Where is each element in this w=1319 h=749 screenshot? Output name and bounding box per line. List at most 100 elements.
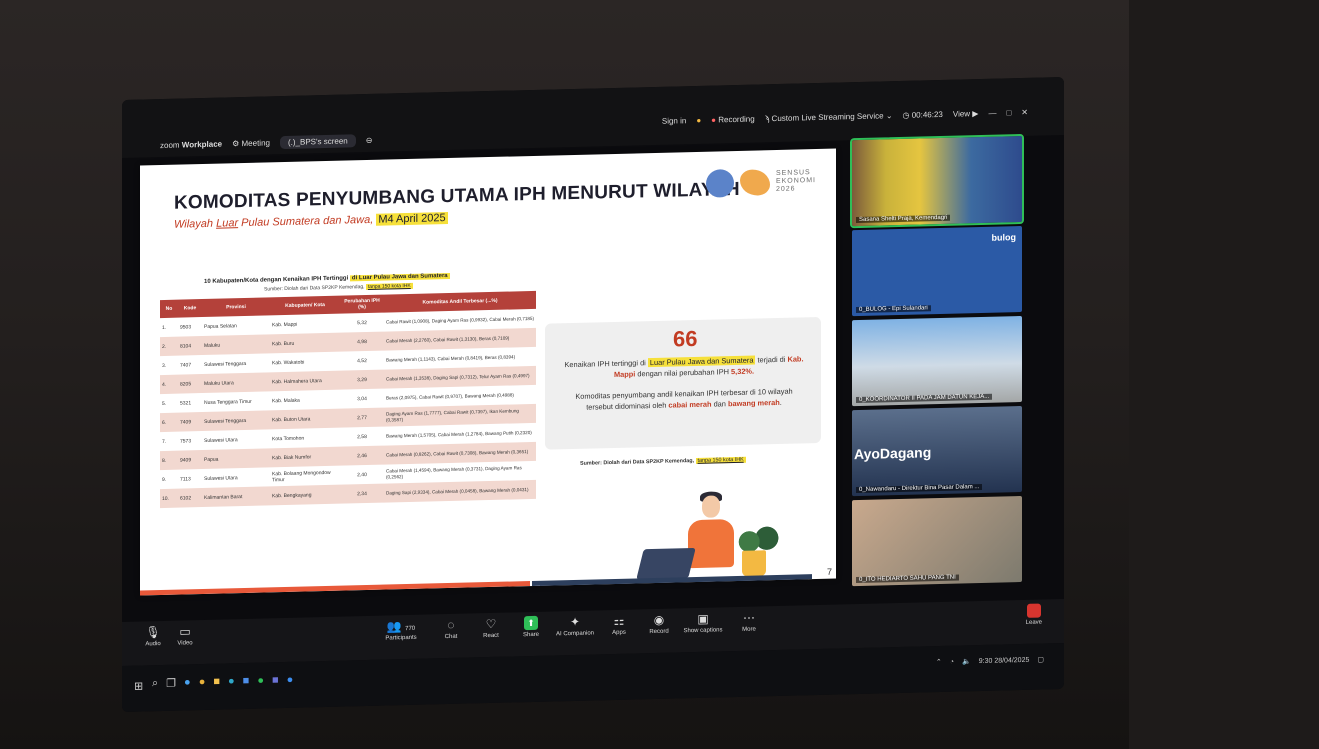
participant-tile[interactable]: 0_ITO HEDIARTO SAHU PANG TNI [852,496,1022,587]
quote-p2-cabai: cabai merah [668,399,712,410]
teams-icon[interactable]: ■ [272,674,279,687]
more-button[interactable]: ⋯ More [726,610,772,633]
cell-provinsi: Sulawesi Tenggara [204,360,247,368]
participant-tile[interactable]: Sasana Shelti Praja, Kemendagri [850,133,1024,229]
streaming-status[interactable]: ϡ Custom Live Streaming Service ⌄ [765,111,893,123]
share-button[interactable]: ⬆ Share [508,615,554,638]
clock-time: 9:30 [978,657,993,665]
task-view-icon[interactable]: ❐ [166,677,176,690]
cell-no: 3. [162,362,167,369]
close-icon[interactable]: ✕ [1021,108,1028,117]
zoom-taskbar-icon[interactable]: ● [287,674,294,687]
cell-kabupaten: Kab. Halmahera Utara [270,370,340,392]
logo-line-3: 2026 [775,185,796,194]
view-button[interactable]: View ▶ [953,109,979,119]
bps-sensus-logo: SENSUS EKONOMI 2026 [705,167,816,198]
recording-indicator[interactable]: ● Recording [711,115,755,125]
sign-in-link[interactable]: Sign in [662,116,686,126]
cell-kode: 8205 [178,374,202,394]
participant-name: Sasana Shelti Praja, Kemendagri [856,214,951,224]
audio-label: Audio [145,641,161,648]
windows-start-icon[interactable]: ⊞ [134,679,143,692]
cell-no: 9. [162,476,167,483]
cell-no: 1. [162,324,167,331]
cell-kode: 7407 [180,361,192,369]
participant-tile[interactable]: 0_KOORDINATOR II PADA JAM DATUN KEJA... [852,316,1022,407]
participants-button[interactable]: 👥 770 Participants [378,619,424,642]
leave-label: Leave [1025,619,1042,626]
header-kode: Kode [178,299,202,318]
captions-button[interactable]: ▣ Show captions [680,611,726,635]
volume-icon[interactable]: 🔈 [962,657,971,665]
notification-icon[interactable]: ▢ [1037,655,1044,663]
screen-share-pill[interactable]: (.)_BPS's screen [279,134,356,150]
video-button[interactable]: ▭ Video [162,624,208,647]
cell-kode: 9409 [178,450,202,470]
captions-label: Show captions [683,627,723,635]
network-icon[interactable]: ◔ [950,658,954,665]
participants-count: 770 [405,625,416,633]
cell-iph: 2,34 [340,483,384,504]
clock-date: 28/04/2025 [994,656,1030,665]
plant-pot [742,550,766,577]
cell-kabupaten: Kab. Buton Utara [270,408,340,430]
video-label: Video [177,640,193,647]
cell-provinsi: Sulawesi Utara [204,436,238,444]
share-options-icon[interactable]: ⊖ [366,136,373,145]
clock[interactable]: 9:30 28/04/2025 [979,656,1030,664]
cell-iph: 2,58 [357,433,367,440]
zoom-workplace-label: zoom Workplace [160,140,222,151]
maximize-icon[interactable]: □ [1006,108,1011,117]
bulog-logo: bulog [991,232,1017,243]
cell-iph: 2,40 [357,471,367,478]
quote-source-highlight: tanpa 150 kota IHK [695,456,746,464]
cell-kabupaten: Kota Tomohon [272,435,305,442]
cell-kode: 8104 [178,336,202,356]
slide-page-number: 7 [826,566,832,577]
meeting-menu[interactable]: ⚙ Meeting [232,138,270,148]
cell-komoditas: Daging Sapi (2,9334), Cabai Merah (0,045… [384,479,536,503]
search-icon[interactable]: ⌕ [152,677,158,690]
cell-iph: 4,52 [357,357,367,364]
participant-tile[interactable]: bulog 0_BULOG - Epi Sulandari [852,226,1022,317]
tray-chevron-icon[interactable]: ⌃ [936,658,942,666]
slide-subtitle: Wilayah Luar Pulau Sumatera dan Jawa, M4… [174,212,448,231]
record-icon: ◉ [653,612,665,628]
chrome-icon[interactable]: ● [199,676,206,689]
quote-card: 66 Kenaikan IPH tertinggi di Luar Pulau … [545,316,821,450]
sensus-logo-icon [739,169,770,196]
cell-no: 4. [160,374,178,395]
whatsapp-icon[interactable]: ● [257,675,264,688]
store-icon[interactable]: ■ [243,675,250,688]
app-name: Workplace [181,139,223,150]
participant-name: 0_BULOG - Epi Sulandari [856,305,931,314]
minimize-icon[interactable]: — [988,109,996,118]
ai-companion-button[interactable]: ✦ AI Companion [552,614,598,638]
participant-tile[interactable]: AyoDagang 0_Nawandaru - Direktur Bina Pas… [852,406,1022,497]
sensus-logo-text: SENSUS EKONOMI 2026 [776,169,816,194]
cell-provinsi: Sulawesi Utara [204,474,238,482]
edge-icon[interactable]: ● [228,675,235,688]
bps-logo-icon [705,169,734,198]
cell-iph: 3,04 [357,395,367,402]
shield-icon[interactable]: ● [696,116,701,125]
chat-label: Chat [444,633,458,641]
leave-button[interactable]: Leave [1025,603,1042,626]
quote-p1-a: Kenaikan IPH tertinggi di [564,358,648,370]
quote-p1-c: dengan nilai perubahan IPH [635,367,732,379]
cell-provinsi: Maluku Utara [202,372,270,394]
table-title-highlight: di Luar Pulau Jawa dan Sumatera [349,272,450,282]
room-right-wall [1129,0,1319,749]
header-provinsi: Provinsi [202,297,270,318]
record-button[interactable]: ◉ Record [636,612,682,635]
browser-icon[interactable]: ● [184,676,191,689]
system-tray: ⌃ ◔ 🔈 9:30 28/04/2025 ▢ [936,655,1044,666]
quote-p1-highlight: Luar Pulau Jawa dan Sumatera [647,355,756,368]
cell-provinsi: Maluku [202,334,270,356]
table-title: 10 Kabupaten/Kota dengan Kenaikan IPH Te… [204,272,450,285]
subtitle-prefix: Wilayah [174,217,217,231]
file-explorer-icon[interactable]: ■ [213,676,220,689]
streaming-label: Custom Live Streaming Service [771,111,884,124]
cell-kode: 6102 [178,488,202,508]
ai-sparkle-icon: ✦ [569,614,581,630]
